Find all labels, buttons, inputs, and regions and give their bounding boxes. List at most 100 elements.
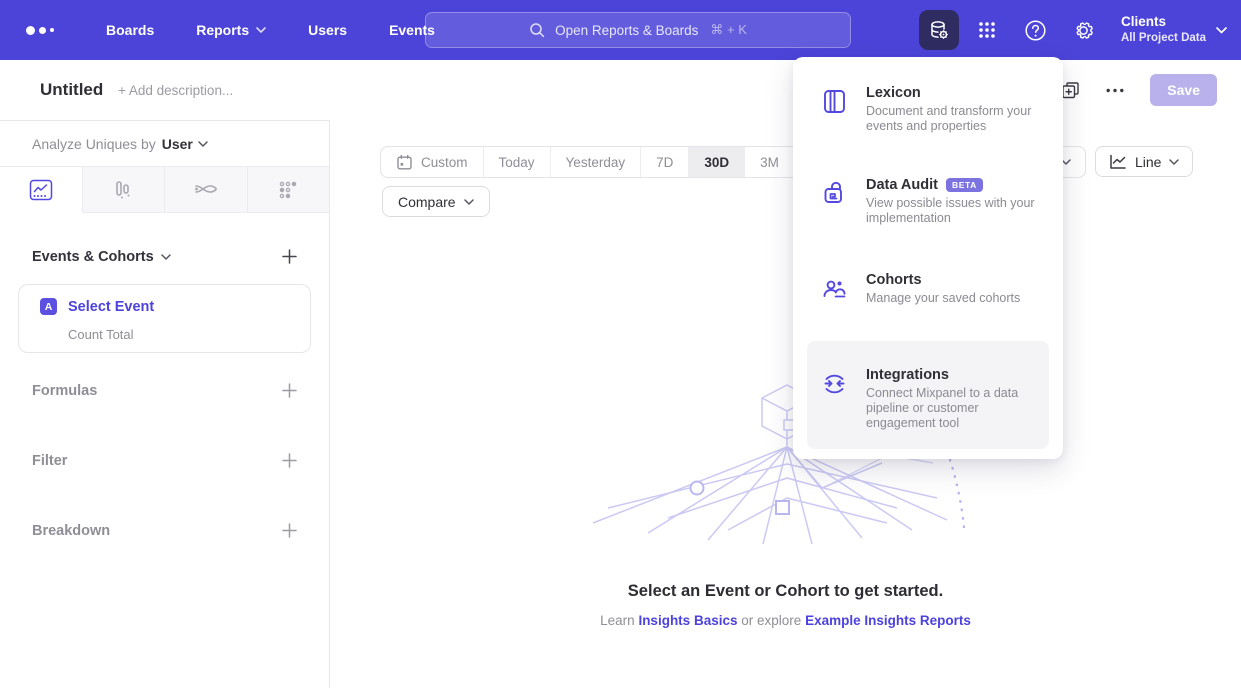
filter-section: Filter bbox=[32, 451, 299, 470]
menu-item-description: View possible issues with your implement… bbox=[866, 196, 1041, 226]
menu-item-integrations[interactable]: Integrations Connect Mixpanel to a data … bbox=[807, 341, 1049, 449]
date-range-label: Custom bbox=[421, 155, 468, 170]
breakdown-section: Breakdown bbox=[32, 521, 299, 540]
formulas-section: Formulas bbox=[32, 381, 299, 400]
calendar-icon bbox=[396, 154, 413, 171]
date-range-label: 30D bbox=[704, 155, 729, 170]
analyze-label: Analyze Uniques by bbox=[32, 136, 156, 152]
menu-item-data-audit[interactable]: Data Audit BETA View possible issues wit… bbox=[807, 177, 1049, 269]
tab-bar-chart[interactable] bbox=[83, 167, 166, 213]
nav-label: Boards bbox=[106, 22, 154, 38]
menu-item-description: Connect Mixpanel to a data pipeline or c… bbox=[866, 386, 1041, 431]
description-input[interactable]: + Add description... bbox=[118, 83, 233, 98]
beta-badge: BETA bbox=[946, 178, 983, 192]
menu-item-lexicon[interactable]: Lexicon Document and transform your even… bbox=[807, 85, 1049, 177]
date-range-yesterday[interactable]: Yesterday bbox=[551, 147, 642, 177]
menu-item-title: Lexicon bbox=[866, 85, 1041, 101]
nav-item-reports[interactable]: Reports bbox=[196, 22, 266, 38]
header-actions: Save bbox=[1061, 60, 1217, 120]
help-icon[interactable] bbox=[1015, 10, 1055, 50]
tab-insights-line[interactable] bbox=[0, 167, 83, 213]
chart-type-tabs bbox=[0, 167, 329, 213]
add-filter-icon[interactable] bbox=[280, 451, 299, 470]
line-chart-icon bbox=[1109, 154, 1127, 170]
chevron-down-icon bbox=[1216, 27, 1227, 34]
date-range-7d[interactable]: 7D bbox=[641, 147, 689, 177]
add-breakdown-icon[interactable] bbox=[280, 521, 299, 540]
report-title[interactable]: Untitled bbox=[40, 80, 103, 100]
integrations-sync-icon bbox=[821, 367, 849, 449]
date-range-custom[interactable]: Custom bbox=[381, 147, 484, 177]
chart-type-label: Line bbox=[1135, 154, 1161, 170]
date-range-3m[interactable]: 3M bbox=[745, 147, 795, 177]
filter-label: Filter bbox=[32, 453, 67, 469]
formulas-label: Formulas bbox=[32, 383, 97, 399]
lexicon-book-icon bbox=[821, 85, 849, 177]
more-icon[interactable] bbox=[1106, 88, 1124, 93]
breakdown-label: Breakdown bbox=[32, 523, 110, 539]
menu-item-title: Data Audit BETA bbox=[866, 177, 1041, 193]
save-button[interactable]: Save bbox=[1150, 74, 1217, 106]
top-navbar: Boards Reports Users Events Open Reports… bbox=[0, 0, 1241, 60]
line-chart-tab-icon bbox=[29, 179, 53, 201]
nav-label: Reports bbox=[196, 22, 249, 38]
compare-button[interactable]: Compare bbox=[382, 186, 490, 217]
search-icon bbox=[529, 22, 545, 38]
events-cohorts-header: Events & Cohorts bbox=[32, 247, 299, 266]
events-cohorts-label: Events & Cohorts bbox=[32, 249, 154, 265]
menu-item-title: Cohorts bbox=[866, 272, 1020, 288]
empty-state-title: Select an Event or Cohort to get started… bbox=[330, 582, 1241, 601]
navbar-right: Clients All Project Data bbox=[919, 0, 1227, 60]
project-name: All Project Data bbox=[1121, 31, 1206, 45]
analyze-by-dropdown[interactable]: User bbox=[162, 136, 208, 152]
chevron-down-icon bbox=[256, 27, 266, 33]
duplicate-icon[interactable] bbox=[1061, 81, 1080, 100]
example-insights-reports-link[interactable]: Example Insights Reports bbox=[805, 613, 971, 628]
date-range-30d[interactable]: 30D bbox=[689, 147, 745, 177]
add-event-icon[interactable] bbox=[280, 247, 299, 266]
search-placeholder: Open Reports & Boards bbox=[555, 23, 698, 38]
subtitle-text: Learn bbox=[600, 613, 635, 628]
date-range-today[interactable]: Today bbox=[484, 147, 551, 177]
select-event-button[interactable]: Select Event bbox=[68, 299, 154, 315]
count-total-dropdown[interactable]: Count Total bbox=[68, 327, 134, 342]
settings-gear-icon[interactable] bbox=[1063, 10, 1103, 50]
data-management-icon[interactable] bbox=[919, 10, 959, 50]
org-name: Clients bbox=[1121, 14, 1206, 31]
analyze-value-label: User bbox=[162, 136, 193, 152]
date-range-label: 3M bbox=[760, 155, 779, 170]
chart-type-button[interactable]: Line bbox=[1095, 146, 1193, 177]
menu-item-title: Integrations bbox=[866, 367, 1041, 383]
date-range-label: Yesterday bbox=[566, 155, 626, 170]
nav-item-boards[interactable]: Boards bbox=[106, 22, 154, 38]
nav-label: Users bbox=[308, 22, 347, 38]
compare-label: Compare bbox=[398, 194, 456, 210]
tab-flow[interactable] bbox=[165, 167, 248, 213]
events-cohorts-dropdown[interactable]: Events & Cohorts bbox=[32, 249, 171, 265]
insights-basics-link[interactable]: Insights Basics bbox=[638, 613, 737, 628]
data-management-menu: Lexicon Document and transform your even… bbox=[793, 57, 1063, 459]
event-card[interactable]: A Select Event Count Total bbox=[18, 284, 311, 353]
subtitle-text: or explore bbox=[741, 613, 801, 628]
cohorts-people-icon bbox=[821, 272, 849, 334]
nav-item-users[interactable]: Users bbox=[308, 22, 347, 38]
query-sidebar: Analyze Uniques by User bbox=[0, 120, 330, 688]
empty-state-subtitle: Learn Insights Basics or explore Example… bbox=[330, 613, 1241, 628]
data-audit-lock-icon bbox=[821, 177, 849, 269]
analyze-row: Analyze Uniques by User bbox=[0, 121, 329, 167]
add-formula-icon[interactable] bbox=[280, 381, 299, 400]
event-letter-badge: A bbox=[40, 298, 57, 315]
project-selector[interactable]: Clients All Project Data bbox=[1121, 14, 1227, 45]
menu-item-cohorts[interactable]: Cohorts Manage your saved cohorts bbox=[807, 272, 1049, 334]
mixpanel-logo[interactable] bbox=[26, 26, 60, 35]
retention-tab-icon bbox=[277, 179, 299, 201]
global-search-input[interactable]: Open Reports & Boards ⌘ + K bbox=[425, 12, 851, 48]
main-nav: Boards Reports Users Events bbox=[106, 22, 435, 38]
menu-item-title-text: Data Audit bbox=[866, 177, 938, 193]
tab-retention[interactable] bbox=[248, 167, 330, 213]
apps-grid-icon[interactable] bbox=[967, 10, 1007, 50]
bar-chart-tab-icon bbox=[111, 179, 135, 201]
search-shortcut: ⌘ + K bbox=[710, 22, 747, 38]
menu-item-description: Document and transform your events and p… bbox=[866, 104, 1041, 134]
flow-tab-icon bbox=[193, 180, 219, 200]
